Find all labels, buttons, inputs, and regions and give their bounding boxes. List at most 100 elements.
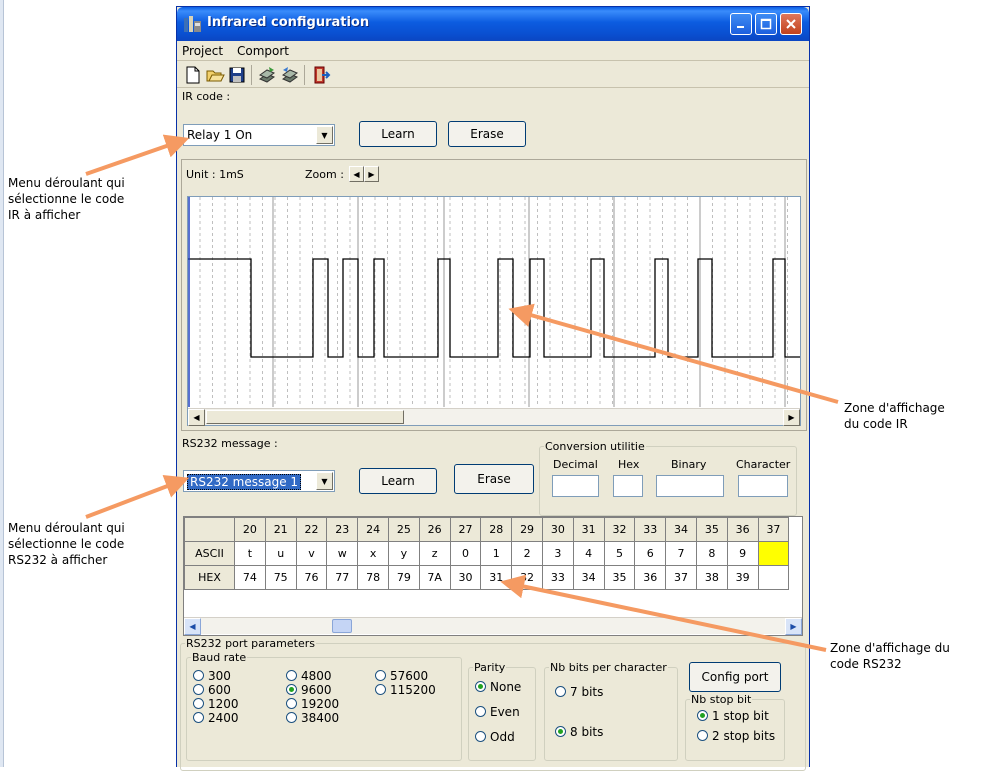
radio-icon[interactable] (193, 684, 204, 695)
ascii-cell[interactable]: 6 (634, 541, 667, 566)
hex-cell[interactable]: 31 (480, 565, 513, 590)
radio-icon[interactable] (697, 710, 708, 721)
parity-option-none[interactable]: None (475, 680, 521, 694)
hex-cell[interactable]: 30 (449, 565, 482, 590)
radio-icon[interactable] (375, 684, 386, 695)
radio-icon[interactable] (286, 670, 297, 681)
ascii-cell[interactable]: v (295, 541, 328, 566)
bits-option-8-bits[interactable]: 8 bits (555, 725, 603, 739)
hex-cell[interactable]: 35 (603, 565, 636, 590)
hex-cell[interactable]: 7A (418, 565, 451, 590)
ascii-cell[interactable]: 4 (572, 541, 605, 566)
scroll-right-icon[interactable]: ▶ (783, 409, 800, 426)
maximize-button[interactable] (755, 13, 777, 35)
ascii-cell[interactable]: 1 (480, 541, 513, 566)
ascii-cell[interactable]: 8 (695, 541, 728, 566)
baud-option-300[interactable]: 300 (193, 669, 231, 683)
title-bar[interactable]: Infrared configuration (177, 7, 809, 41)
baud-option-4800[interactable]: 4800 (286, 669, 332, 683)
hex-cell[interactable]: 78 (357, 565, 389, 590)
close-button[interactable] (780, 13, 802, 35)
radio-icon[interactable] (475, 731, 486, 742)
radio-icon[interactable] (193, 698, 204, 709)
ir-code-dropdown[interactable]: Relay 1 On ▼ (183, 124, 335, 146)
menu-project[interactable]: Project (182, 44, 223, 58)
baud-option-38400[interactable]: 38400 (286, 711, 339, 725)
ascii-cell[interactable]: 5 (603, 541, 636, 566)
menu-comport[interactable]: Comport (237, 44, 289, 58)
stop-bit-option-1[interactable]: 1 stop bit (697, 709, 769, 723)
ir-waveform-view[interactable]: ◀ ▶ (187, 196, 801, 426)
zoom-out-button[interactable]: ◀ (349, 166, 364, 182)
ir-learn-button[interactable]: Learn (359, 121, 437, 147)
ascii-cell[interactable] (757, 541, 790, 566)
radio-icon[interactable] (555, 726, 566, 737)
scroll-left-icon[interactable]: ◀ (188, 409, 205, 426)
scroll-thumb[interactable] (332, 619, 352, 633)
chevron-down-icon[interactable]: ▼ (316, 126, 333, 144)
radio-icon[interactable] (193, 670, 204, 681)
character-input[interactable] (738, 475, 788, 497)
radio-icon[interactable] (286, 712, 297, 723)
hex-input[interactable] (613, 475, 643, 497)
hex-cell[interactable]: 74 (234, 565, 266, 590)
hex-cell[interactable]: 39 (726, 565, 759, 590)
hex-cell[interactable]: 79 (387, 565, 420, 590)
rs232-learn-button[interactable]: Learn (359, 468, 437, 494)
radio-icon[interactable] (475, 681, 486, 692)
receive-icon[interactable] (280, 65, 300, 85)
hex-cell[interactable]: 77 (326, 565, 359, 590)
exit-icon[interactable] (311, 65, 331, 85)
radio-icon[interactable] (375, 670, 386, 681)
hex-cell[interactable] (757, 565, 790, 590)
ascii-cell[interactable]: w (326, 541, 359, 566)
radio-icon[interactable] (193, 712, 204, 723)
stop-bit-option-2[interactable]: 2 stop bits (697, 729, 775, 743)
ascii-cell[interactable]: z (418, 541, 451, 566)
scroll-thumb[interactable] (206, 410, 404, 424)
baud-option-1200[interactable]: 1200 (193, 697, 239, 711)
baud-option-600[interactable]: 600 (193, 683, 231, 697)
scroll-right-icon[interactable]: ▶ (785, 618, 802, 635)
ascii-cell[interactable]: 9 (726, 541, 759, 566)
ascii-cell[interactable]: t (234, 541, 266, 566)
hex-cell[interactable]: 37 (665, 565, 697, 590)
chevron-down-icon[interactable]: ▼ (316, 472, 333, 490)
radio-icon[interactable] (697, 730, 708, 741)
ir-erase-button[interactable]: Erase (448, 121, 526, 147)
hex-cell[interactable]: 75 (264, 565, 297, 590)
bits-option-7-bits[interactable]: 7 bits (555, 685, 603, 699)
rs232-message-dropdown[interactable]: RS232 message 1 ▼ (183, 470, 335, 492)
binary-input[interactable] (656, 475, 724, 497)
parity-option-even[interactable]: Even (475, 705, 520, 719)
ascii-cell[interactable]: 0 (449, 541, 482, 566)
open-folder-icon[interactable] (205, 65, 225, 85)
hex-cell[interactable]: 33 (541, 565, 574, 590)
baud-option-2400[interactable]: 2400 (193, 711, 239, 725)
ascii-cell[interactable]: 2 (511, 541, 543, 566)
ascii-cell[interactable]: y (387, 541, 420, 566)
hex-cell[interactable]: 38 (695, 565, 728, 590)
decimal-input[interactable] (552, 475, 599, 497)
radio-icon[interactable] (475, 706, 486, 717)
hex-cell[interactable]: 32 (511, 565, 543, 590)
baud-option-9600[interactable]: 9600 (286, 683, 332, 697)
config-port-button[interactable]: Config port (689, 662, 781, 692)
scroll-left-icon[interactable]: ◀ (184, 618, 201, 635)
zoom-in-button[interactable]: ▶ (364, 166, 379, 182)
radio-icon[interactable] (555, 686, 566, 697)
ascii-cell[interactable]: 7 (665, 541, 697, 566)
baud-option-57600[interactable]: 57600 (375, 669, 428, 683)
minimize-button[interactable] (730, 13, 752, 35)
parity-option-odd[interactable]: Odd (475, 730, 515, 744)
ascii-cell[interactable]: u (264, 541, 297, 566)
rs232-erase-button[interactable]: Erase (454, 464, 534, 494)
new-file-icon[interactable] (183, 65, 203, 85)
radio-icon[interactable] (286, 698, 297, 709)
ir-horizontal-scrollbar[interactable]: ◀ ▶ (188, 408, 800, 426)
hex-cell[interactable]: 76 (295, 565, 328, 590)
send-icon[interactable] (257, 65, 277, 85)
hex-cell[interactable]: 34 (572, 565, 605, 590)
ascii-cell[interactable]: x (357, 541, 389, 566)
baud-option-19200[interactable]: 19200 (286, 697, 339, 711)
